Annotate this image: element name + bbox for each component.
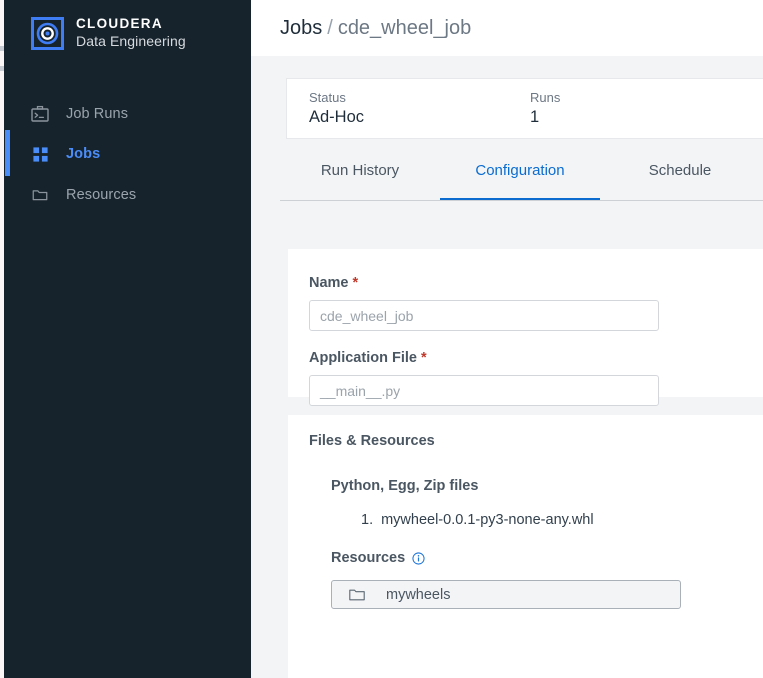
python-files-list: 1. mywheel-0.0.1-py3-none-any.whl <box>331 512 763 528</box>
folder-icon <box>349 588 365 601</box>
breadcrumb: Jobs / cde_wheel_job <box>251 0 763 56</box>
python-files-section: Python, Egg, Zip files 1. mywheel-0.0.1-… <box>309 478 763 609</box>
files-and-resources-card: Files & Resources Python, Egg, Zip files… <box>288 415 763 678</box>
job-summary-card: Status Ad-Hoc Runs 1 <box>286 78 763 139</box>
grid-squares-icon <box>31 145 49 163</box>
folder-icon <box>31 186 49 204</box>
name-input[interactable]: cde_wheel_job <box>309 300 659 331</box>
cloudera-logo-icon <box>31 17 64 50</box>
content-pane: Status Ad-Hoc Runs 1 Run History Configu… <box>251 56 763 678</box>
tab-label: Configuration <box>475 162 564 179</box>
tab-divider <box>280 200 763 201</box>
tab-label: Run History <box>321 162 399 179</box>
status-stat: Status Ad-Hoc <box>287 90 364 127</box>
resources-title: Resources <box>331 550 405 566</box>
name-field-label: Name * <box>309 275 763 291</box>
python-files-title: Python, Egg, Zip files <box>331 478 763 494</box>
status-label: Status <box>309 90 364 105</box>
sidebar-item-label: Resources <box>66 187 136 203</box>
required-marker: * <box>421 350 427 366</box>
name-input-value: cde_wheel_job <box>320 308 413 324</box>
files-resources-title: Files & Resources <box>309 433 763 449</box>
application-file-field-label: Application File * <box>309 350 763 366</box>
sidebar-nav: Job Runs Jobs Resources <box>4 94 251 215</box>
sliver-mark <box>0 66 4 71</box>
sidebar-item-resources[interactable]: Resources <box>4 175 251 215</box>
resources-section-header: Resources <box>331 550 763 566</box>
runs-label: Runs <box>530 90 560 105</box>
list-item: 1. mywheel-0.0.1-py3-none-any.whl <box>361 512 763 528</box>
brand-name: CLOUDERA <box>76 16 163 31</box>
brand-logo[interactable]: CLOUDERA Data Engineering <box>4 0 251 56</box>
terminal-icon <box>31 105 49 123</box>
application-file-input-value: __main__.py <box>320 383 400 399</box>
tab-run-history[interactable]: Run History <box>280 156 440 201</box>
sidebar-item-label: Job Runs <box>66 106 128 122</box>
breadcrumb-root[interactable]: Jobs <box>280 17 322 40</box>
sliver-mark <box>0 46 4 51</box>
name-label-text: Name <box>309 275 349 291</box>
info-circle-icon[interactable] <box>412 552 425 565</box>
tab-label: Schedule <box>649 162 712 179</box>
adjacent-page-sliver <box>0 0 4 678</box>
sidebar-item-jobs[interactable]: Jobs <box>4 134 251 174</box>
sidebar-item-job-runs[interactable]: Job Runs <box>4 94 251 134</box>
breadcrumb-leaf: cde_wheel_job <box>338 17 471 40</box>
required-marker: * <box>353 275 359 291</box>
sidebar: CLOUDERA Data Engineering Job Runs <box>4 0 251 678</box>
application-file-label-text: Application File <box>309 350 417 366</box>
list-item-index: 1. <box>361 512 373 528</box>
list-item-label: mywheel-0.0.1-py3-none-any.whl <box>381 512 594 528</box>
sidebar-item-label: Jobs <box>66 146 100 162</box>
tab-bar: Run History Configuration Schedule <box>251 156 763 201</box>
resource-name: mywheels <box>386 587 450 603</box>
application-file-input[interactable]: __main__.py <box>309 375 659 406</box>
brand-subtitle: Data Engineering <box>76 33 186 49</box>
main-area: Jobs / cde_wheel_job Status Ad-Hoc Runs … <box>251 0 763 678</box>
status-value: Ad-Hoc <box>309 108 364 127</box>
breadcrumb-separator: / <box>327 17 333 40</box>
tab-schedule[interactable]: Schedule <box>600 156 760 201</box>
runs-value: 1 <box>530 108 560 127</box>
tab-configuration[interactable]: Configuration <box>440 156 600 201</box>
resource-entry-mywheels[interactable]: mywheels <box>331 580 681 609</box>
runs-stat: Runs 1 <box>364 90 560 127</box>
job-config-form-card: Name * cde_wheel_job Application File * … <box>288 249 763 397</box>
